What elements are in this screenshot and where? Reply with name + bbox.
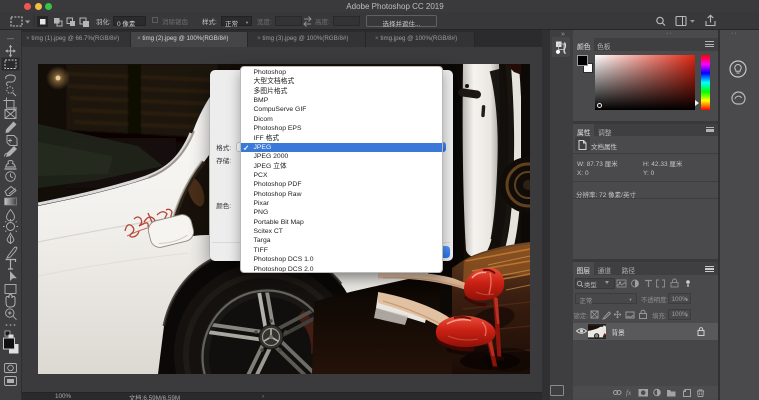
svg-text:fx: fx [626,389,632,397]
